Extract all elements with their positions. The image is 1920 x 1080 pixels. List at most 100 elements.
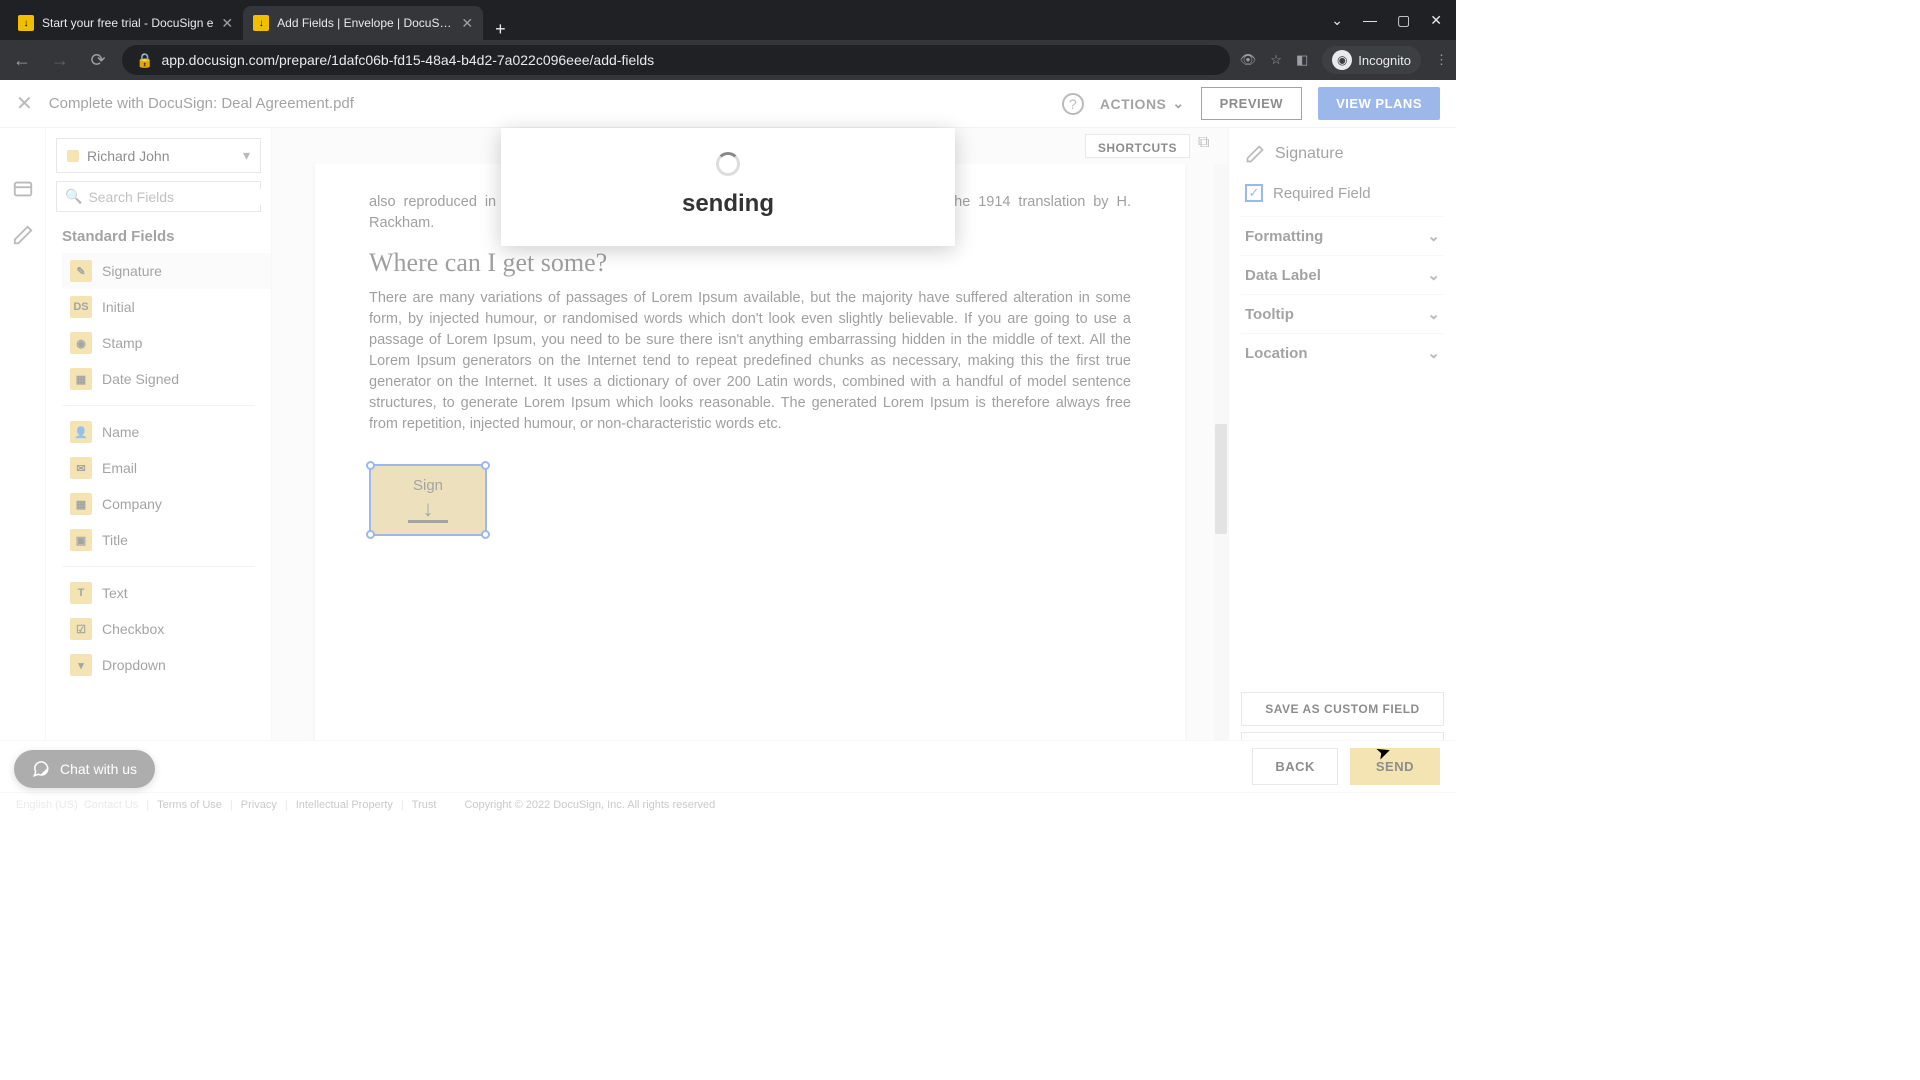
maximize-icon[interactable]: ▢	[1397, 12, 1410, 29]
pen-tool-icon[interactable]	[12, 224, 34, 246]
checkbox-label: Required Field	[1273, 185, 1371, 202]
kebab-menu-icon[interactable]: ⋮	[1435, 52, 1448, 68]
sign-label: Sign	[413, 477, 443, 494]
checkbox-icon: ✓	[1245, 184, 1263, 202]
chevron-down-icon: ▾	[243, 147, 250, 164]
tool-rail	[0, 128, 46, 776]
field-label: Initial	[102, 299, 135, 315]
eye-off-icon[interactable]: 👁	[1240, 52, 1257, 68]
chevron-down-icon: ⌄	[1172, 95, 1184, 112]
accordion-label: Location	[1245, 345, 1308, 362]
ip-link[interactable]: Intellectual Property	[296, 799, 393, 811]
chevron-down-icon: ⌄	[1427, 227, 1440, 245]
signature-icon: ✎	[70, 260, 92, 282]
modal-status-text: sending	[682, 190, 774, 218]
field-initial[interactable]: DSInitial	[62, 289, 271, 325]
copy-icon[interactable]: ⧉	[1198, 134, 1218, 158]
send-button[interactable]: SEND	[1350, 748, 1440, 785]
field-stamp[interactable]: ◉ Stamp	[62, 325, 271, 361]
calendar-icon: ▦	[70, 368, 92, 390]
field-title[interactable]: ▣Title	[62, 522, 271, 558]
field-dropdown[interactable]: ▾Dropdown	[62, 647, 271, 683]
field-label: Title	[102, 532, 128, 548]
reload-icon[interactable]: ⟳	[84, 50, 112, 71]
terms-link[interactable]: Terms of Use	[157, 799, 222, 811]
save-custom-field-button[interactable]: SAVE AS CUSTOM FIELD	[1241, 692, 1444, 726]
property-title: Signature	[1241, 138, 1444, 178]
preview-button[interactable]: PREVIEW	[1201, 87, 1302, 120]
pen-icon	[1245, 144, 1265, 164]
chat-label: Chat with us	[60, 761, 137, 777]
star-icon[interactable]: ☆	[1270, 52, 1282, 68]
close-window-icon[interactable]: ✕	[1430, 12, 1442, 29]
down-arrow-icon: ↓	[423, 496, 434, 522]
shortcuts-button[interactable]: SHORTCUTS	[1085, 134, 1190, 158]
field-company[interactable]: ▦Company	[62, 486, 271, 522]
accordion-tooltip[interactable]: Tooltip⌄	[1241, 294, 1444, 333]
field-checkbox[interactable]: ☑Checkbox	[62, 611, 271, 647]
signature-field-placed[interactable]: Sign ↓	[369, 464, 487, 536]
lock-icon: 🔒	[136, 52, 153, 69]
new-tab-button[interactable]: +	[483, 19, 518, 40]
accordion-formatting[interactable]: Formatting⌄	[1241, 216, 1444, 255]
dropdown-icon: ▾	[70, 654, 92, 676]
extension-icon[interactable]: ◧	[1296, 52, 1308, 68]
fields-tool-icon[interactable]	[12, 178, 34, 200]
chat-icon	[32, 760, 50, 778]
resize-handle-icon[interactable]	[481, 530, 490, 539]
email-icon: ✉	[70, 457, 92, 479]
docusign-favicon: ↓	[18, 15, 34, 31]
close-icon[interactable]: ✕	[461, 15, 473, 32]
forward-icon[interactable]: →	[46, 50, 74, 71]
heading: Where can I get some?	[369, 248, 1131, 278]
field-label: Text	[102, 585, 128, 601]
back-button[interactable]: BACK	[1252, 748, 1338, 785]
copyright-text: Copyright © 2022 DocuSign, Inc. All righ…	[464, 799, 715, 811]
browser-tab-1[interactable]: ↓ Start your free trial - DocuSign e ✕	[8, 6, 243, 40]
vertical-scrollbar[interactable]	[1214, 164, 1228, 762]
minimize-icon[interactable]: ―	[1363, 12, 1377, 29]
search-fields-input[interactable]: 🔍 ✕	[56, 181, 261, 212]
field-email[interactable]: ✉ Email	[62, 450, 271, 486]
view-plans-button[interactable]: VIEW PLANS	[1318, 87, 1440, 120]
actions-dropdown[interactable]: ACTIONS ⌄	[1100, 95, 1185, 112]
accordion-data-label[interactable]: Data Label⌄	[1241, 255, 1444, 294]
url-input[interactable]: 🔒 app.docusign.com/prepare/1dafc06b-fd15…	[122, 45, 1230, 75]
field-date-signed[interactable]: ▦Date Signed	[62, 361, 271, 397]
close-icon[interactable]: ✕	[221, 15, 233, 32]
resize-handle-icon[interactable]	[481, 461, 490, 470]
field-label: Email	[102, 460, 137, 476]
close-icon[interactable]: ✕	[16, 91, 33, 116]
field-label: Name	[102, 424, 139, 440]
field-signature[interactable]: ✎Signature	[62, 253, 271, 289]
chevron-down-icon: ⌄	[1427, 305, 1440, 323]
document-page[interactable]: also reproduced in their exact original …	[315, 164, 1185, 762]
privacy-link[interactable]: Privacy	[241, 799, 277, 811]
field-label: Stamp	[102, 335, 142, 351]
field-text[interactable]: TText	[62, 575, 271, 611]
chevron-down-icon: ⌄	[1427, 344, 1440, 362]
resize-handle-icon[interactable]	[366, 530, 375, 539]
trust-link[interactable]: Trust	[412, 799, 437, 811]
search-field[interactable]	[88, 189, 269, 205]
person-icon: 👤	[70, 421, 92, 443]
chat-button[interactable]: Chat with us	[14, 750, 155, 788]
field-name[interactable]: 👤 Name	[62, 414, 271, 450]
required-field-checkbox[interactable]: ✓ Required Field	[1241, 178, 1444, 216]
app-header: ✕ Complete with DocuSign: Deal Agreement…	[0, 80, 1456, 128]
body-text: There are many variations of passages of…	[369, 288, 1131, 435]
browser-tab-2[interactable]: ↓ Add Fields | Envelope | DocuSign ✕	[243, 6, 483, 40]
footer-bar: BACK SEND	[0, 740, 1456, 792]
recipient-select[interactable]: Richard John ▾	[56, 138, 261, 173]
resize-handle-icon[interactable]	[366, 461, 375, 470]
field-label: Checkbox	[102, 621, 164, 637]
chevron-down-icon[interactable]: ⌄	[1331, 12, 1343, 29]
help-icon[interactable]: ?	[1062, 93, 1084, 115]
tab-title: Add Fields | Envelope | DocuSign	[277, 16, 453, 30]
stamp-icon: ◉	[70, 332, 92, 354]
accordion-label: Data Label	[1245, 267, 1321, 284]
accordion-location[interactable]: Location ⌄	[1241, 333, 1444, 372]
back-icon[interactable]: ←	[8, 50, 36, 71]
property-title-text: Signature	[1275, 145, 1344, 163]
search-icon: 🔍	[65, 188, 82, 205]
